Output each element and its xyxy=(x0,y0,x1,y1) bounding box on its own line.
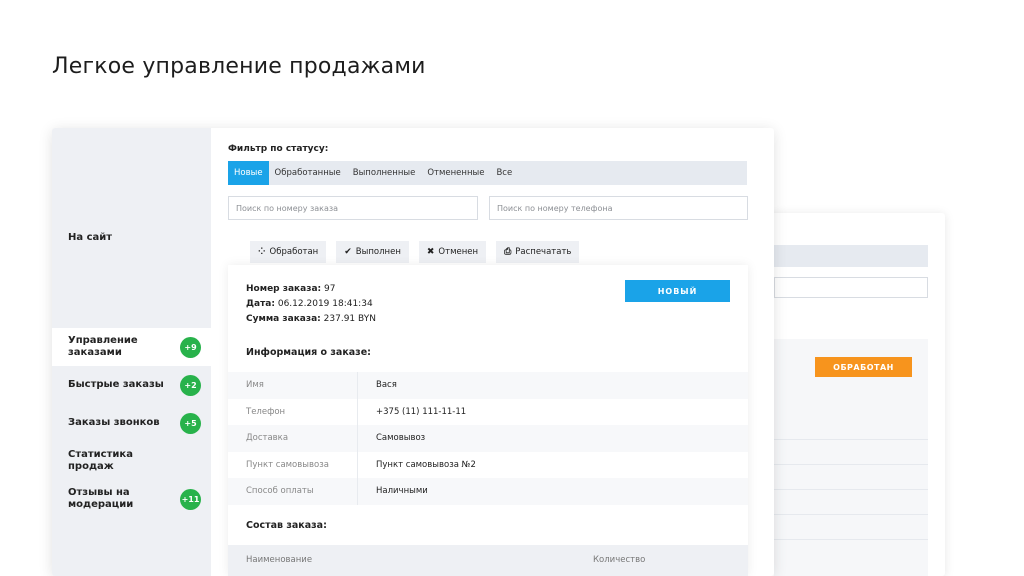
table-row: Пункт самовывоза Пункт самовывоза №2 xyxy=(228,451,748,478)
status-tabs: Новые Обработанные Выполненные Отмененны… xyxy=(228,161,747,185)
mark-cancelled-button[interactable]: ✖ Отменен xyxy=(418,241,487,263)
sidebar-item-call-orders[interactable]: Заказы звонков +5 xyxy=(52,404,211,442)
sidebar-nav: Управление заказами +9 Быстрые заказы +2… xyxy=(52,328,211,518)
table-row: Способ оплаты Наличными xyxy=(228,478,748,505)
items-table-header: Наименование Количество xyxy=(228,545,748,576)
column-qty-header: Количество xyxy=(593,555,646,565)
status-badge: НОВЫЙ xyxy=(625,280,730,302)
admin-window: На сайт Управление заказами +9 Быстрые з… xyxy=(52,128,774,576)
count-badge: +2 xyxy=(180,375,201,396)
column-name-header: Наименование xyxy=(246,555,313,565)
order-info-title: Информация о заказе: xyxy=(246,347,371,358)
order-meta: Номер заказа: 97 Дата: 06.12.2019 18:41:… xyxy=(246,282,376,327)
info-key: Имя xyxy=(228,372,358,399)
order-sum-label: Сумма заказа: xyxy=(246,314,321,324)
page-headline: Легкое управление продажами xyxy=(52,54,426,79)
mark-cancelled-label: Отменен xyxy=(438,247,479,257)
background-divider xyxy=(774,464,928,465)
sidebar-item-label: Статистика продаж xyxy=(68,449,133,472)
background-divider xyxy=(774,489,928,490)
sidebar-item-quick-orders[interactable]: Быстрые заказы +2 xyxy=(52,366,211,404)
mark-done-button[interactable]: ✔ Выполнен xyxy=(336,241,409,263)
order-items-title: Состав заказа: xyxy=(246,520,327,531)
check-icon: ✔ xyxy=(344,247,352,257)
order-sum: 237.91 BYN xyxy=(323,314,376,324)
sidebar-item-reviews[interactable]: Отзывы на модерации +11 xyxy=(52,480,211,518)
order-date: 06.12.2019 18:41:34 xyxy=(277,299,373,309)
info-value: Вася xyxy=(376,380,397,391)
background-status-badge: ОБРАБОТАН xyxy=(815,357,912,377)
order-number-label: Номер заказа: xyxy=(246,284,322,294)
close-icon: ✖ xyxy=(426,247,435,257)
printer-icon: ⎙ xyxy=(504,247,512,257)
filter-title: Фильтр по статусу: xyxy=(228,144,329,154)
info-value: +375 (11) 111-11-11 xyxy=(376,406,467,417)
count-badge: +5 xyxy=(180,413,201,434)
print-button[interactable]: ⎙ Распечатать xyxy=(496,241,580,263)
table-row: Имя Вася xyxy=(228,372,748,399)
info-key: Способ оплаты xyxy=(228,478,358,505)
phone-search-input[interactable] xyxy=(489,196,748,220)
background-divider xyxy=(774,439,928,440)
main-content: Фильтр по статусу: Новые Обработанные Вы… xyxy=(228,128,748,576)
count-badge: +9 xyxy=(180,337,201,358)
sidebar-item-label: Отзывы на модерации xyxy=(68,487,134,510)
mark-done-label: Выполнен xyxy=(355,247,401,257)
background-search-input xyxy=(774,277,928,298)
order-number: 97 xyxy=(324,284,336,294)
order-number-search-input[interactable] xyxy=(228,196,478,220)
tab-new[interactable]: Новые xyxy=(228,161,269,185)
to-site-link[interactable]: На сайт xyxy=(68,232,112,243)
mark-processed-label: Обработан xyxy=(269,247,319,257)
table-row: Доставка Самовывоз xyxy=(228,425,748,452)
background-tabs-bar xyxy=(774,245,928,267)
info-key: Телефон xyxy=(228,398,358,425)
count-badge: +11 xyxy=(180,489,201,510)
info-value: Самовывоз xyxy=(376,433,426,444)
sidebar-item-orders[interactable]: Управление заказами +9 xyxy=(52,328,211,366)
sidebar-item-label: Управление заказами xyxy=(68,335,138,358)
order-date-label: Дата: xyxy=(246,299,275,309)
order-card: Номер заказа: 97 Дата: 06.12.2019 18:41:… xyxy=(228,265,748,576)
tab-all[interactable]: Все xyxy=(490,161,518,185)
info-key: Пункт самовывоза xyxy=(228,451,358,478)
mark-processed-button[interactable]: ⁘ Обработан xyxy=(250,241,327,263)
sidebar-item-label: Быстрые заказы xyxy=(68,379,164,390)
tab-completed[interactable]: Выполненные xyxy=(347,161,422,185)
table-row: Телефон +375 (11) 111-11-11 xyxy=(228,398,748,425)
info-value: Наличными xyxy=(376,486,428,497)
sidebar: На сайт Управление заказами +9 Быстрые з… xyxy=(52,128,211,576)
tab-processed[interactable]: Обработанные xyxy=(269,161,347,185)
tab-cancelled[interactable]: Отмененные xyxy=(421,161,490,185)
order-actions: ⁘ Обработан ✔ Выполнен ✖ Отменен ⎙ Распе… xyxy=(250,241,580,263)
print-label: Распечатать xyxy=(515,247,572,257)
info-key: Доставка xyxy=(228,425,358,452)
info-value: Пункт самовывоза №2 xyxy=(376,459,476,470)
sidebar-item-sales-stats[interactable]: Статистика продаж xyxy=(52,442,211,480)
spinner-icon: ⁘ xyxy=(258,247,266,257)
order-info-table: Имя Вася Телефон +375 (11) 111-11-11 Дос… xyxy=(228,372,748,505)
background-divider xyxy=(774,539,928,540)
background-divider xyxy=(774,514,928,515)
sidebar-item-label: Заказы звонков xyxy=(68,417,160,428)
